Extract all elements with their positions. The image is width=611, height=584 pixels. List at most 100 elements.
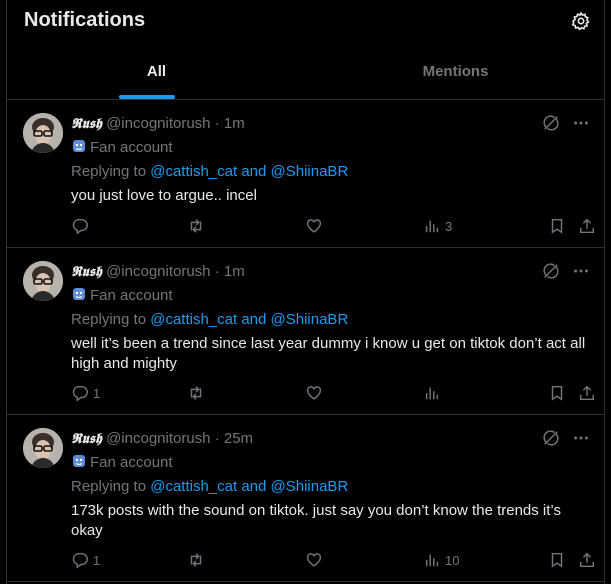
bookmark-icon [551,218,563,234]
grok-icon[interactable] [542,429,560,447]
page-title: Notifications [24,9,146,31]
tweet-actions: 3 [71,216,596,236]
views-button[interactable]: 3 [423,216,452,236]
reply-icon [72,385,88,402]
tweet-top-icons [542,429,592,449]
notification-tweet[interactable]: 𝕽𝖚𝖘𝖍 @incognitorush · 1m Fan account Rep… [7,249,604,415]
tweet-actions: 1 [71,383,596,403]
share-button[interactable] [578,216,596,236]
display-name[interactable]: 𝕽𝖚𝖘𝖍 [71,431,102,447]
badge-label: Fan account [90,287,173,304]
replying-to-label: Replying to [71,163,151,180]
reply-mentions-link[interactable]: @cattish_cat and @ShiinaBR [150,311,348,328]
author-line: 𝕽𝖚𝖘𝖍 @incognitorush · 1m [71,115,245,132]
heart-icon [306,386,322,400]
like-button[interactable] [305,383,327,403]
tweet-text: well it’s been a trend since last year d… [71,335,586,372]
notification-tweet[interactable]: 𝕽𝖚𝖘𝖍 @incognitorush · 25m Fan account Re… [7,416,604,582]
author-line: 𝕽𝖚𝖘𝖍 @incognitorush · 1m [71,263,245,280]
reply-count: 1 [93,552,101,568]
handle[interactable]: @incognitorush [106,115,210,132]
handle[interactable]: @incognitorush [106,430,210,447]
heart-icon [306,553,322,567]
bookmark-icon [551,552,563,568]
tab-all[interactable]: All [7,50,306,99]
replying-to-label: Replying to [71,478,151,495]
repost-button[interactable] [187,383,209,403]
share-icon [579,385,595,401]
fan-account-badge: Fan account [71,286,173,304]
bookmark-button[interactable] [548,550,566,570]
repost-icon [190,386,202,400]
badge-label: Fan account [90,139,173,156]
handle[interactable]: @incognitorush [106,263,210,280]
separator: · [214,115,220,132]
grok-icon[interactable] [542,262,560,280]
more-icon[interactable] [572,114,590,132]
tweet-text: 173k posts with the sound on tiktok. jus… [71,502,561,539]
tab-mentions-label: Mentions [422,63,489,80]
badge-label: Fan account [90,454,173,471]
active-tab-indicator [119,95,175,99]
author-line: 𝕽𝖚𝖘𝖍 @incognitorush · 25m [71,430,253,447]
fan-account-badge: Fan account [71,138,173,156]
separator: · [214,430,220,447]
tweet-top-icons [542,262,592,282]
display-name[interactable]: 𝕽𝖚𝖘𝖍 [71,116,102,132]
reply-button[interactable]: 1 [71,383,100,403]
masks-icon [73,455,85,467]
tweet-actions: 1 10 [71,550,596,570]
reply-icon [72,218,88,235]
reply-icon [72,552,88,569]
replying-to: Replying to @cattish_cat and @ShiinaBR [71,311,348,328]
repost-icon [190,219,202,233]
masks-icon [73,288,85,300]
views-button[interactable]: 10 [423,550,459,570]
more-icon[interactable] [572,429,590,447]
views-button[interactable] [423,383,445,403]
repost-icon [190,553,202,567]
reply-button[interactable]: 1 [71,550,100,570]
reply-mentions-link[interactable]: @cattish_cat and @ShiinaBR [150,163,348,180]
notifications-header: Notifications All Mentions [7,0,604,100]
heart-icon [306,219,322,233]
share-button[interactable] [578,383,596,403]
views-icon [425,220,439,233]
replying-to: Replying to @cattish_cat and @ShiinaBR [71,163,348,180]
replying-to-label: Replying to [71,311,151,328]
tab-mentions[interactable]: Mentions [306,50,605,99]
timestamp[interactable]: 1m [224,263,245,280]
display-name[interactable]: 𝕽𝖚𝖘𝖍 [71,264,102,280]
timestamp[interactable]: 25m [224,430,253,447]
more-icon[interactable] [572,262,590,280]
views-count: 3 [445,218,453,234]
reply-mentions-link[interactable]: @cattish_cat and @ShiinaBR [150,478,348,495]
share-icon [579,552,595,568]
like-button[interactable] [305,216,327,236]
repost-button[interactable] [187,550,209,570]
bookmark-icon [551,385,563,401]
timestamp[interactable]: 1m [224,115,245,132]
masks-icon [73,140,85,152]
share-icon [579,218,595,234]
repost-button[interactable] [187,216,209,236]
like-button[interactable] [305,550,327,570]
fan-account-badge: Fan account [71,453,173,471]
tweet-top-icons [542,114,592,134]
avatar[interactable] [23,428,63,468]
notifications-column: Notifications All Mentions 𝕽𝖚𝖘𝖍 @incogni… [6,0,605,584]
grok-icon[interactable] [542,114,560,132]
views-icon [425,554,439,567]
reply-button[interactable] [71,216,93,236]
views-count: 10 [445,552,460,568]
share-button[interactable] [578,550,596,570]
tweet-text: you just love to argue.. incel [71,187,257,204]
notification-tweet[interactable]: 𝕽𝖚𝖘𝖍 @incognitorush · 1m Fan account Rep… [7,101,604,248]
avatar[interactable] [23,113,63,153]
bookmark-button[interactable] [548,383,566,403]
gear-icon[interactable] [571,11,591,31]
separator: · [214,263,220,280]
bookmark-button[interactable] [548,216,566,236]
avatar[interactable] [23,261,63,301]
reply-count: 1 [93,385,101,401]
